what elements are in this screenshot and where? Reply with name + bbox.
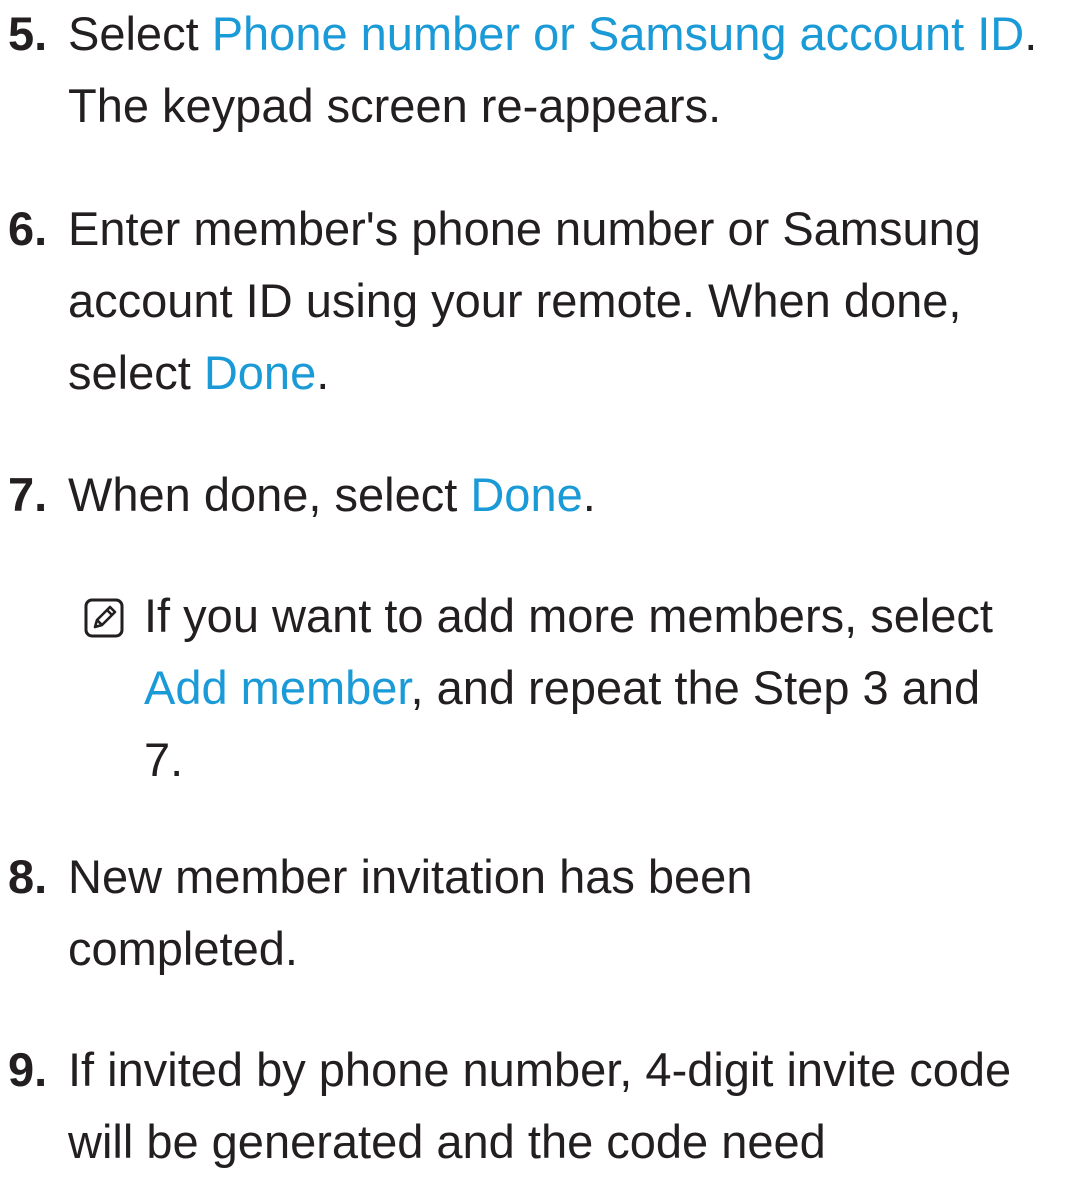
step-text-segment: When done, select xyxy=(68,468,471,521)
menu-option-add-member: Add member xyxy=(144,661,411,714)
step-text-segment: Select xyxy=(68,7,212,60)
manual-page: 5. Select Phone number or Samsung accoun… xyxy=(0,0,1082,1175)
step-number: 5. xyxy=(8,7,48,60)
step-6: 6. Enter member's phone number or Samsun… xyxy=(8,193,1078,409)
step-5: 5. Select Phone number or Samsung accoun… xyxy=(8,0,1078,142)
step-7: 7. When done, select Done. xyxy=(8,459,1078,531)
note-block: If you want to add more members, select … xyxy=(84,580,1074,796)
step-text-segment: . xyxy=(316,346,330,399)
menu-option-phone-or-account-id: Phone number or Samsung account ID xyxy=(211,7,1025,60)
step-number: 9. xyxy=(8,1043,48,1096)
step-text: Enter member's phone number or Samsung a… xyxy=(68,193,1028,409)
step-8: 8. New member invitation has been comple… xyxy=(8,841,1078,985)
step-9: 9. If invited by phone number, 4-digit i… xyxy=(8,1034,1078,1178)
step-text: If invited by phone number, 4-digit invi… xyxy=(68,1043,1012,1168)
menu-option-done: Done xyxy=(470,468,583,521)
step-text: New member invitation has been completed… xyxy=(68,850,753,975)
note-text-segment: If you want to add more members, select xyxy=(144,589,993,642)
step-text-segment: . xyxy=(582,468,596,521)
menu-option-done: Done xyxy=(203,346,317,399)
note-icon xyxy=(84,598,124,638)
step-text: Select Phone number or Samsung account I… xyxy=(68,0,1078,142)
note-text: If you want to add more members, select … xyxy=(144,580,1004,796)
step-number: 8. xyxy=(8,850,48,903)
step-number: 7. xyxy=(8,468,48,521)
step-text: When done, select Done. xyxy=(68,459,1078,531)
step-number: 6. xyxy=(8,202,48,255)
